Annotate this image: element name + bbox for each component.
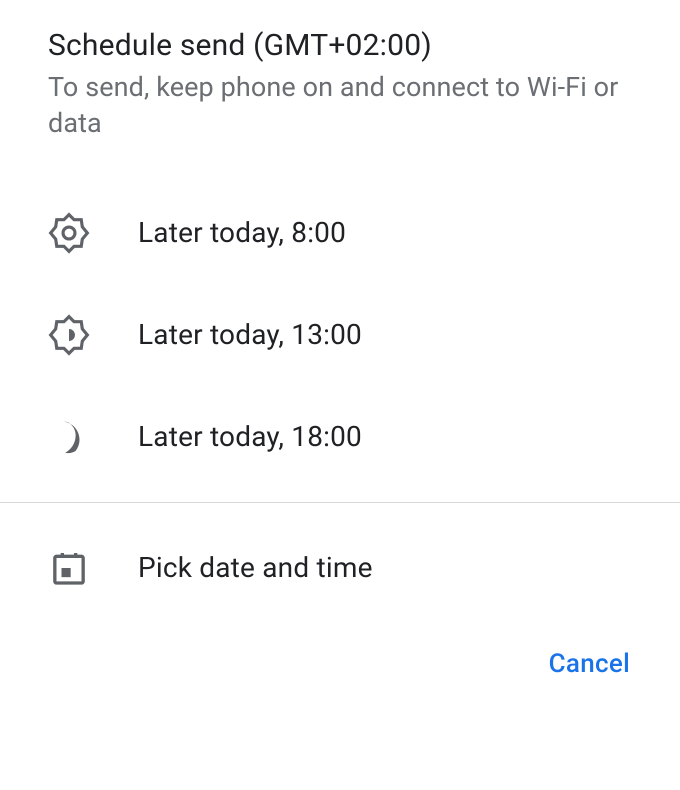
option-later-today-morning[interactable]: Later today, 8:00	[0, 182, 680, 284]
divider	[0, 502, 680, 503]
calendar-icon	[48, 547, 90, 589]
brightness-high-icon	[48, 212, 90, 254]
option-label: Later today, 18:00	[138, 420, 362, 453]
schedule-options: Later today, 8:00 Later today, 13:00 Lat…	[0, 182, 680, 488]
option-label: Later today, 13:00	[138, 318, 362, 351]
option-pick-date-time[interactable]: Pick date and time	[0, 517, 680, 619]
dialog-footer: Cancel	[0, 619, 680, 687]
option-label: Later today, 8:00	[138, 216, 346, 249]
dialog-subtitle: To send, keep phone on and connect to Wi…	[48, 69, 632, 142]
option-label: Pick date and time	[138, 551, 373, 584]
dialog-title: Schedule send (GMT+02:00)	[48, 28, 632, 63]
dialog-header: Schedule send (GMT+02:00) To send, keep …	[0, 28, 680, 182]
schedule-send-dialog: Schedule send (GMT+02:00) To send, keep …	[0, 0, 680, 687]
cancel-button[interactable]: Cancel	[543, 641, 636, 687]
moon-icon	[48, 416, 90, 458]
brightness-medium-icon	[48, 314, 90, 356]
option-later-today-afternoon[interactable]: Later today, 13:00	[0, 284, 680, 386]
option-later-today-evening[interactable]: Later today, 18:00	[0, 386, 680, 488]
